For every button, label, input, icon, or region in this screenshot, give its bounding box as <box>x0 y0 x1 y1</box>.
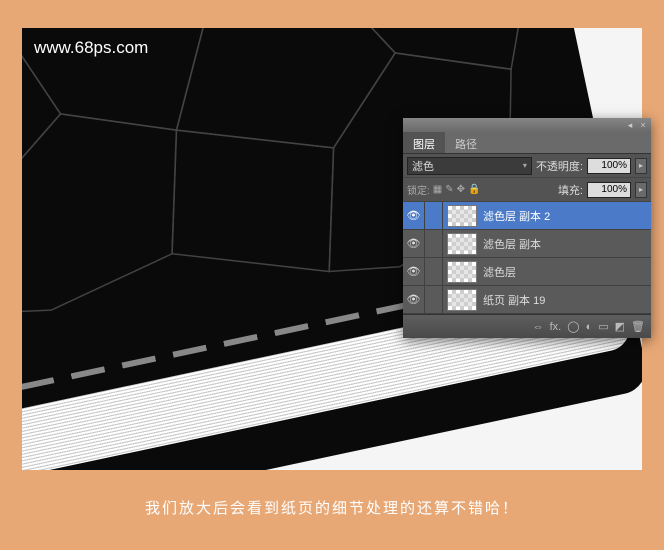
link-layers-icon[interactable]: ⇔ <box>533 321 544 333</box>
opacity-arrow-icon[interactable]: ▸ <box>635 158 647 174</box>
group-icon[interactable]: ▭ <box>598 320 608 333</box>
layer-name[interactable]: 滤色层 副本 <box>481 236 651 252</box>
visibility-icon[interactable]: 👁 <box>403 202 425 230</box>
fill-value[interactable]: 100% <box>587 182 631 198</box>
minimize-icon[interactable]: ◂ <box>625 120 635 130</box>
layer-name[interactable]: 滤色层 <box>481 264 651 280</box>
layer-thumbnail[interactable] <box>447 233 477 255</box>
panel-titlebar[interactable]: ◂ × <box>403 118 651 132</box>
panel-tabs: 图层 路径 <box>403 132 651 154</box>
watermark: www.68ps.com <box>34 38 148 58</box>
caption-text: 我们放大后会看到纸页的细节处理的还算不错哈！ <box>0 497 664 518</box>
panel-footer: ⇔ fx. ◯ ◐ ▭ ◩ 🗑 <box>403 314 651 338</box>
visibility-icon[interactable]: 👁 <box>403 230 425 258</box>
new-layer-icon[interactable]: ◩ <box>615 320 625 333</box>
adjustment-icon[interactable]: ◐ <box>586 321 593 333</box>
layers-panel: ◂ × 图层 路径 滤色 ▾ 不透明度: 100% ▸ 锁定: ▦ ✎ ✥ 🔒 … <box>403 118 651 338</box>
layer-row[interactable]: 👁 滤色层 副本 <box>403 230 651 258</box>
lock-all-icon[interactable]: 🔒 <box>468 184 480 195</box>
chevron-down-icon: ▾ <box>523 161 527 170</box>
opacity-label: 不透明度: <box>536 158 583 174</box>
lock-position-icon[interactable]: ✥ <box>457 184 465 195</box>
layer-row[interactable]: 👁 纸页 副本 19 <box>403 286 651 314</box>
close-icon[interactable]: × <box>638 120 648 130</box>
lock-paint-icon[interactable]: ✎ <box>445 184 453 195</box>
delete-icon[interactable]: 🗑 <box>631 320 645 333</box>
link-cell[interactable] <box>425 230 443 258</box>
fill-label: 填充: <box>558 182 583 198</box>
layer-thumbnail[interactable] <box>447 205 477 227</box>
lock-transparency-icon[interactable]: ▦ <box>433 184 442 195</box>
tab-layers[interactable]: 图层 <box>403 132 445 153</box>
layer-row[interactable]: 👁 滤色层 副本 2 <box>403 202 651 230</box>
lock-icons: 锁定: ▦ ✎ ✥ 🔒 <box>407 182 480 197</box>
layer-list: 👁 滤色层 副本 2 👁 滤色层 副本 👁 滤色层 👁 纸页 副本 19 <box>403 202 651 314</box>
blend-mode-value: 滤色 <box>412 158 434 174</box>
fx-icon[interactable]: fx. <box>550 321 562 333</box>
layer-thumbnail[interactable] <box>447 261 477 283</box>
blend-mode-select[interactable]: 滤色 ▾ <box>407 157 532 175</box>
layer-name[interactable]: 滤色层 副本 2 <box>481 208 651 224</box>
blend-row: 滤色 ▾ 不透明度: 100% ▸ <box>403 154 651 178</box>
visibility-icon[interactable]: 👁 <box>403 258 425 286</box>
lock-label: 锁定: <box>407 182 430 197</box>
link-cell[interactable] <box>425 258 443 286</box>
layer-thumbnail[interactable] <box>447 289 477 311</box>
link-cell[interactable] <box>425 286 443 314</box>
opacity-value[interactable]: 100% <box>587 158 631 174</box>
fill-arrow-icon[interactable]: ▸ <box>635 182 647 198</box>
visibility-icon[interactable]: 👁 <box>403 286 425 314</box>
link-cell[interactable] <box>425 202 443 230</box>
mask-icon[interactable]: ◯ <box>567 320 579 333</box>
lock-row: 锁定: ▦ ✎ ✥ 🔒 填充: 100% ▸ <box>403 178 651 202</box>
layer-name[interactable]: 纸页 副本 19 <box>481 292 651 308</box>
tab-paths[interactable]: 路径 <box>445 132 487 153</box>
layer-row[interactable]: 👁 滤色层 <box>403 258 651 286</box>
